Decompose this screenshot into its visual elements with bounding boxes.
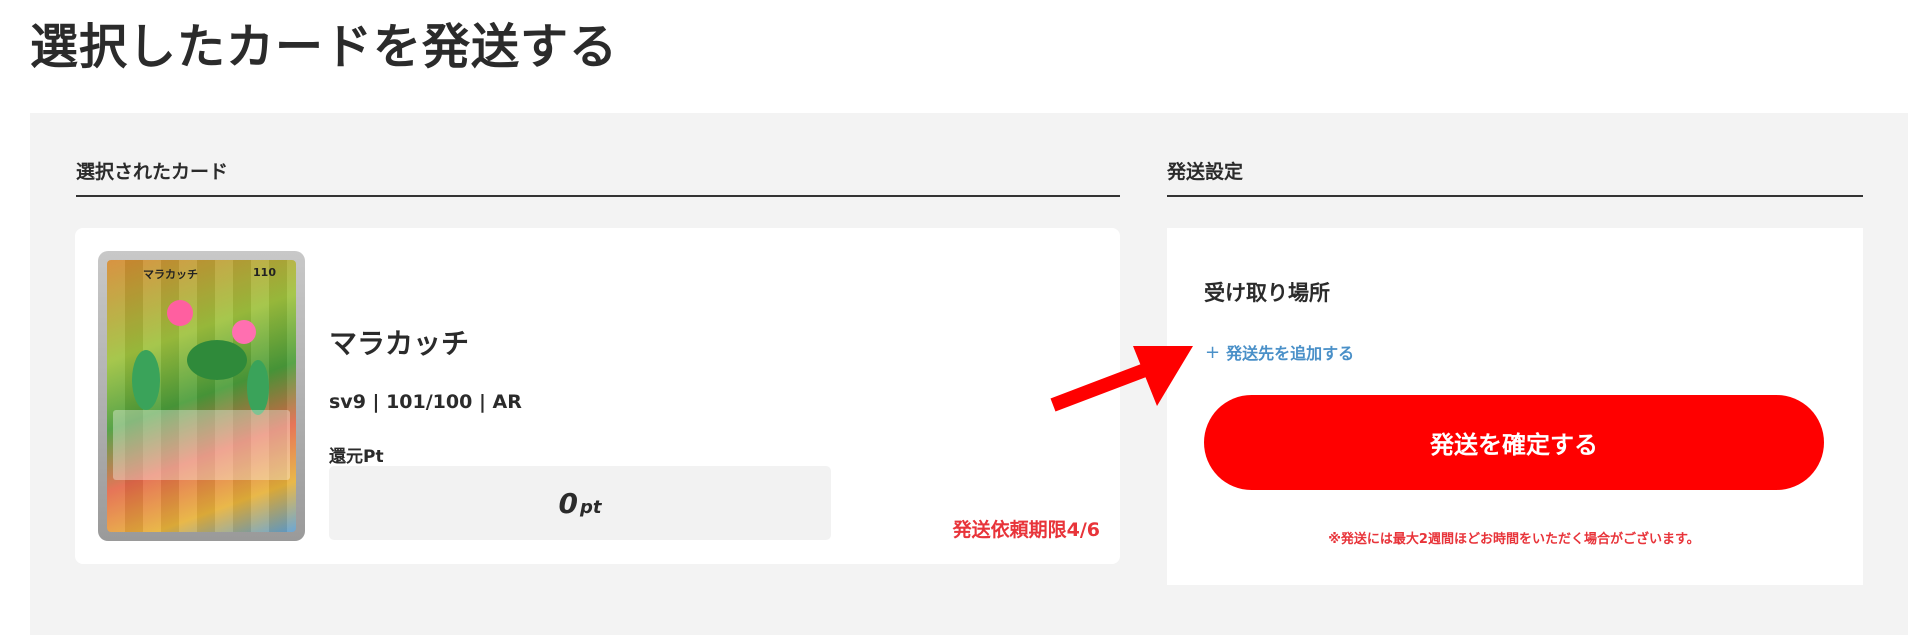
card-image[interactable]: マラカッチ 110 xyxy=(98,251,305,541)
card-image-name: マラカッチ xyxy=(143,268,198,281)
add-shipping-address-label: 発送先を追加する xyxy=(1226,344,1355,363)
cactus-shape xyxy=(187,340,247,380)
points-unit: pt xyxy=(579,496,602,518)
shipping-deadline: 発送依頼期限4/6 xyxy=(952,519,1100,541)
page-title: 選択したカードを発送する xyxy=(30,19,619,75)
receive-location-label: 受け取り場所 xyxy=(1204,281,1330,305)
card-text-band xyxy=(113,410,290,480)
shipping-settings-heading: 発送設定 xyxy=(1167,161,1244,183)
selected-cards-divider xyxy=(76,195,1120,197)
add-shipping-address-link[interactable]: + 発送先を追加する xyxy=(1205,340,1354,364)
card-set-info: sv9 | 101/100 | AR xyxy=(329,391,522,413)
card-image-hp: 110 xyxy=(253,266,276,279)
points-display: 0 pt xyxy=(329,466,831,540)
shipping-note: ※発送には最大2週間ほどお時間をいただく場合がございます。 xyxy=(1328,532,1700,547)
plus-icon: + xyxy=(1205,341,1221,363)
points-label: 還元Pt xyxy=(329,447,384,467)
cactus-shape xyxy=(247,360,269,415)
selected-cards-heading: 選択されたカード xyxy=(76,161,229,183)
card-artwork: マラカッチ 110 xyxy=(107,260,296,532)
flower-shape xyxy=(232,320,256,344)
confirm-shipping-button[interactable]: 発送を確定する xyxy=(1204,395,1824,490)
shipping-settings-divider xyxy=(1167,195,1863,197)
points-value: 0 xyxy=(558,486,578,520)
cactus-shape xyxy=(132,350,160,410)
flower-shape xyxy=(167,300,193,326)
red-arrow-icon xyxy=(1050,346,1193,412)
card-name: マラカッチ xyxy=(329,327,470,360)
